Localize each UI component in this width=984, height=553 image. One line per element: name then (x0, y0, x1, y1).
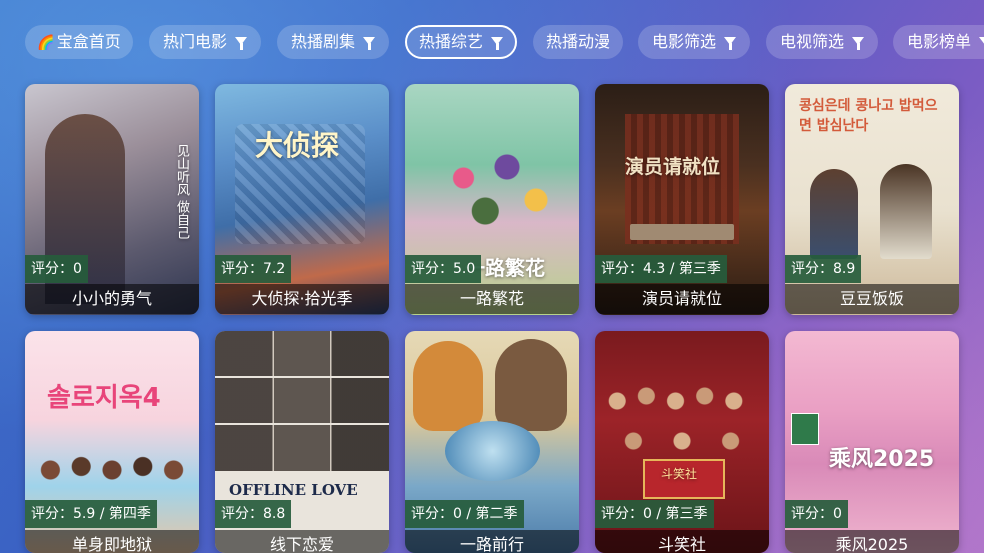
card-title: 线下恋爱 (215, 530, 389, 553)
filter-icon (979, 36, 984, 50)
rating-badge: 评分：7.2 (215, 255, 292, 283)
tab-label: 电影筛选 (651, 32, 716, 51)
media-card[interactable]: 演员请就位 评分：4.3 / 第三季 演员请就位 (595, 84, 769, 315)
tab-home[interactable]: 🌈 宝盒首页 (25, 25, 133, 59)
card-title: 一路繁花 (405, 284, 579, 314)
tab-label: 热门电影 (162, 32, 227, 51)
tab-label: 电影榜单 (906, 32, 971, 51)
filter-icon (235, 36, 247, 50)
poster-text: 斗笑社 (661, 467, 698, 481)
media-card[interactable]: 大侦探 评分：7.2 大侦探·拾光季 (215, 84, 389, 315)
tab-hot-anime[interactable]: 热播动漫 (533, 25, 623, 59)
card-title: 单身即地狱 (25, 530, 199, 553)
category-tab-bar: 🌈 宝盒首页 热门电影 热播剧集 热播综艺 热播动漫 电影筛选 电视筛选 电影榜单 (25, 25, 984, 59)
poster-text: 演员请就位 (625, 156, 721, 178)
rating-badge: 评分：8.8 (215, 500, 292, 528)
poster-text: 乘风2025 (829, 447, 935, 472)
tab-label: 宝盒首页 (56, 32, 121, 51)
media-card[interactable]: OFFLINE LOVE 评分：8.8 线下恋爱 (215, 331, 389, 553)
rating-badge: 评分：0 (25, 255, 88, 283)
tab-hot-movies[interactable]: 热门电影 (149, 25, 261, 59)
media-card[interactable]: 乘风2025 评分：0 乘风2025 (785, 331, 959, 553)
card-title: 大侦探·拾光季 (215, 284, 389, 314)
filter-icon (363, 36, 375, 50)
rainbow-icon: 🌈 (37, 35, 55, 51)
filter-icon (491, 36, 503, 50)
tab-tv-filter[interactable]: 电视筛选 (766, 25, 878, 59)
rating-badge: 评分：8.9 (785, 255, 862, 283)
media-card[interactable]: 솔로지옥4 评分：5.9 / 第四季 单身即地狱 (25, 331, 199, 553)
tab-label: 电视筛选 (779, 32, 844, 51)
media-card[interactable]: 评分：0 / 第二季 一路前行 (405, 331, 579, 553)
tab-label: 热播动漫 (545, 32, 610, 51)
card-title: 小小的勇气 (25, 284, 199, 314)
filter-icon (852, 36, 864, 50)
media-card[interactable]: 콩심은데 콩나고 밥먹으면 밥심난다 评分：8.9 豆豆饭饭 (785, 84, 959, 315)
card-title: 斗笑社 (595, 530, 769, 553)
poster-text: 大侦探 (255, 129, 340, 162)
media-card[interactable]: 一路繁花 评分：5.0 一路繁花 (405, 84, 579, 315)
card-title: 一路前行 (405, 530, 579, 553)
rating-badge: 评分：0 (785, 500, 848, 528)
rating-badge: 评分：0 / 第二季 (405, 500, 524, 528)
tab-hot-variety[interactable]: 热播综艺 (405, 25, 517, 59)
card-title: 演员请就位 (595, 284, 769, 314)
poster-text: OFFLINE LOVE (229, 481, 358, 499)
tab-label: 热播综艺 (418, 32, 483, 51)
rating-badge: 评分：5.9 / 第四季 (25, 500, 157, 528)
tab-movie-filter[interactable]: 电影筛选 (638, 25, 750, 59)
rating-badge: 评分：4.3 / 第三季 (595, 255, 727, 283)
media-card[interactable]: 斗笑社 评分：0 / 第三季 斗笑社 (595, 331, 769, 553)
tab-hot-series[interactable]: 热播剧集 (277, 25, 389, 59)
card-title: 豆豆饭饭 (785, 284, 959, 314)
rating-badge: 评分：5.0 (405, 255, 482, 283)
poster-text: 见山听风 做自己 (174, 144, 189, 240)
rating-badge: 评分：0 / 第三季 (595, 500, 714, 528)
filter-icon (724, 36, 736, 50)
tab-label: 热播剧集 (290, 32, 355, 51)
card-title: 乘风2025 (785, 530, 959, 553)
poster-text: 콩심은데 콩나고 밥먹으면 밥심난다 (799, 98, 938, 134)
media-card[interactable]: 见山听风 做自己 评分：0 小小的勇气 (25, 84, 199, 315)
poster-text: 솔로지옥4 (47, 383, 161, 413)
tab-movie-chart[interactable]: 电影榜单 (893, 25, 984, 59)
